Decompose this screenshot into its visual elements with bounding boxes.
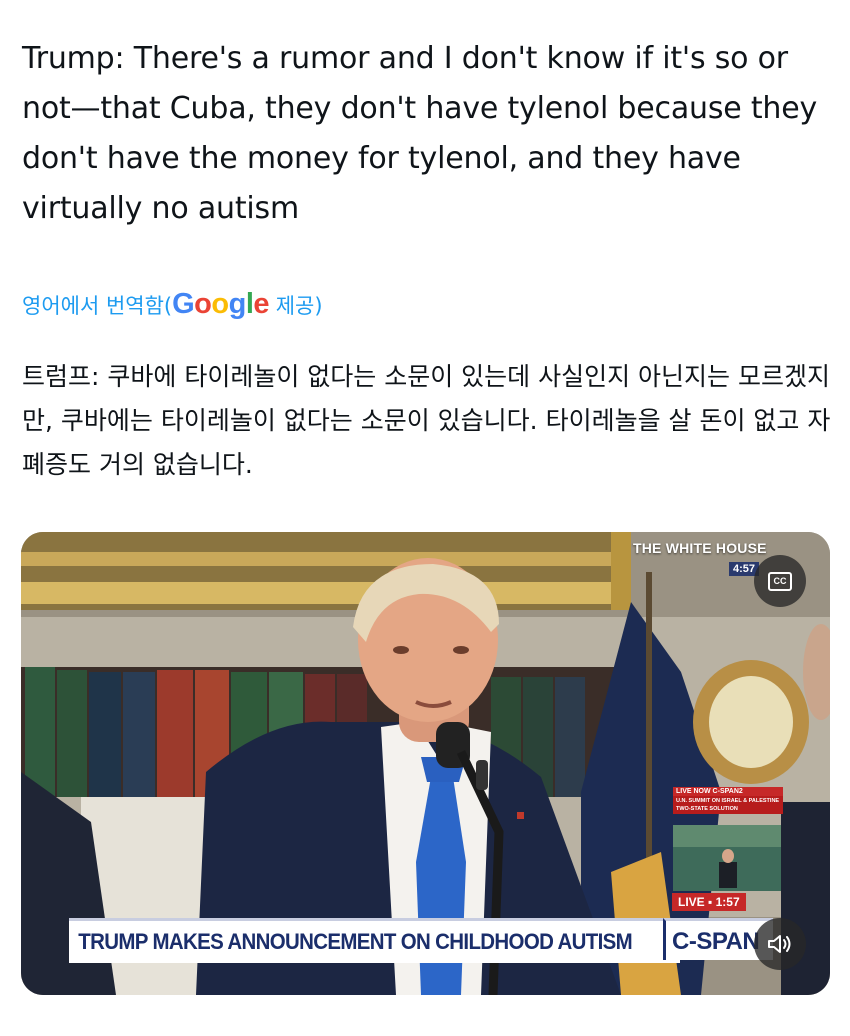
network-badge: THE WHITE HOUSE [633, 540, 767, 556]
live-now-label: LIVE NOW C-SPAN2 [673, 787, 783, 796]
chyron-text: TRUMP MAKES ANNOUNCEMENT ON CHILDHOOD AU… [78, 929, 632, 954]
closed-captions-icon: CC [768, 571, 792, 591]
tweet-text: Trump: There's a rumor and I don't know … [22, 41, 818, 226]
video-player[interactable]: THE WHITE HOUSE 4:57 LIVE NOW C-SPAN2 U.… [21, 532, 830, 995]
speaker-muted-icon [768, 935, 791, 953]
translation-attribution[interactable]: 영어에서 번역함(Google 제공) [22, 286, 323, 324]
captions-button[interactable]: CC [754, 555, 806, 607]
live-indicator: LIVE ▪ 1:57 [672, 893, 746, 911]
google-logo: Google [172, 288, 270, 320]
live-now-desc: U.N. SUMMIT ON ISRAEL & PALESTINE TWO-ST… [673, 796, 783, 814]
live-now-inset: LIVE NOW C-SPAN2 U.N. SUMMIT ON ISRAEL &… [673, 787, 783, 814]
chyron: TRUMP MAKES ANNOUNCEMENT ON CHILDHOOD AU… [69, 918, 680, 963]
translation-label: 영어에서 번역함( [22, 294, 173, 318]
translation-label-suffix: 제공) [269, 294, 323, 318]
mute-button[interactable] [754, 918, 806, 970]
translated-text: 트럼프: 쿠바에 타이레놀이 없다는 소문이 있는데 사실인지 아닌지는 모르겠… [22, 362, 831, 479]
